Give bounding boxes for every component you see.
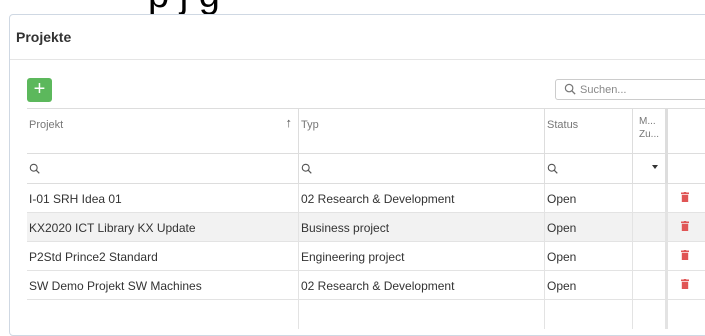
column-header-status[interactable]: Status [545,109,633,153]
title-divider [10,59,705,60]
filter-typ[interactable] [299,154,545,183]
filter-status[interactable] [545,154,633,183]
filter-row [27,154,705,184]
add-project-button[interactable]: + [27,78,52,102]
column-header-typ[interactable]: Typ [299,109,545,153]
table-row[interactable]: SW Demo Projekt SW Machines 02 Research … [27,271,705,300]
search-icon [547,163,558,174]
trash-icon[interactable] [681,250,689,260]
table-row[interactable]: I-01 SRH Idea 01 02 Research & Developme… [27,184,705,213]
panel-title: Projekte [16,29,72,45]
trash-icon[interactable] [681,192,689,202]
sort-ascending-icon: ↑ [285,115,293,130]
trash-icon[interactable] [681,279,689,289]
filter-projekt[interactable] [27,154,299,183]
filter-m-dropdown[interactable] [633,154,668,183]
search-input[interactable] [580,82,700,97]
table-row[interactable]: P2Std Prince2 Standard Engineering proje… [27,242,705,271]
chevron-down-icon [652,165,658,169]
column-header-actions [668,109,705,153]
search-icon [301,163,312,174]
table-row[interactable]: KX2020 ICT Library KX Update Business pr… [27,213,705,242]
search-icon [564,83,576,95]
search-icon [29,163,40,174]
table-header: Projekt ↑ Typ Status M... Zu... [27,108,705,154]
column-header-m[interactable]: M... Zu... [633,109,668,153]
trash-icon[interactable] [681,221,689,231]
table-row-empty [27,300,705,329]
search-field[interactable] [555,79,705,100]
column-header-projekt[interactable]: Projekt ↑ [27,109,299,153]
